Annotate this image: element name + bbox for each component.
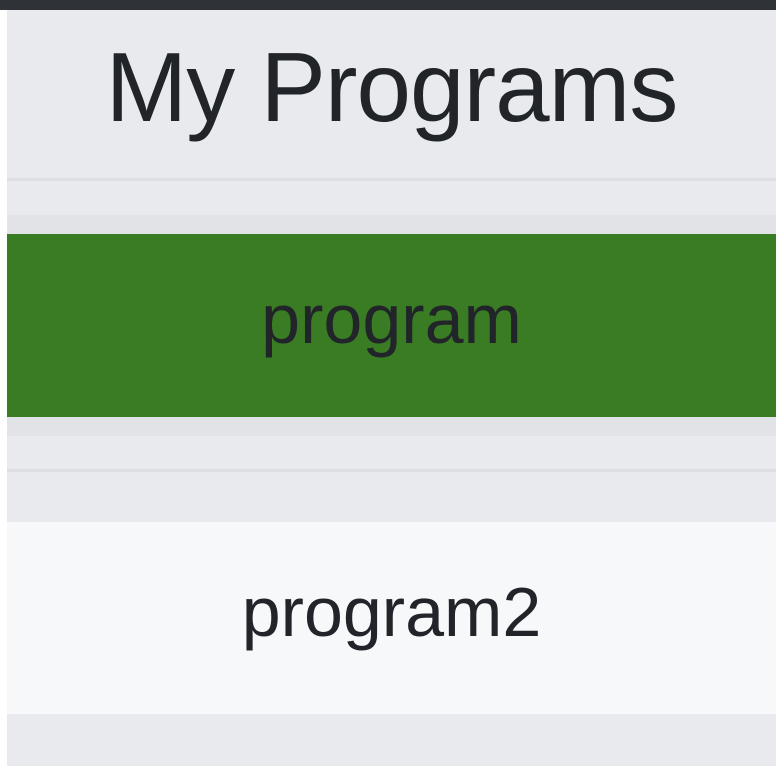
program-item-label: program2	[241, 573, 542, 651]
page-header: My Programs	[7, 10, 776, 178]
window-top-border	[0, 0, 776, 10]
spacer	[7, 436, 776, 469]
program-item-label: program	[261, 279, 522, 358]
app-frame: My Programs program program2	[0, 0, 776, 766]
program-list-item[interactable]: program2	[7, 522, 776, 714]
list-item-shadow-top	[7, 215, 776, 234]
list-footer-space	[7, 714, 776, 766]
list-item-shadow-bottom	[7, 417, 776, 436]
page-title: My Programs	[105, 32, 679, 142]
window-left-edge	[0, 10, 7, 766]
spacer	[7, 472, 776, 522]
spacer	[7, 181, 776, 215]
program-list-item-selected[interactable]: program	[7, 234, 776, 417]
